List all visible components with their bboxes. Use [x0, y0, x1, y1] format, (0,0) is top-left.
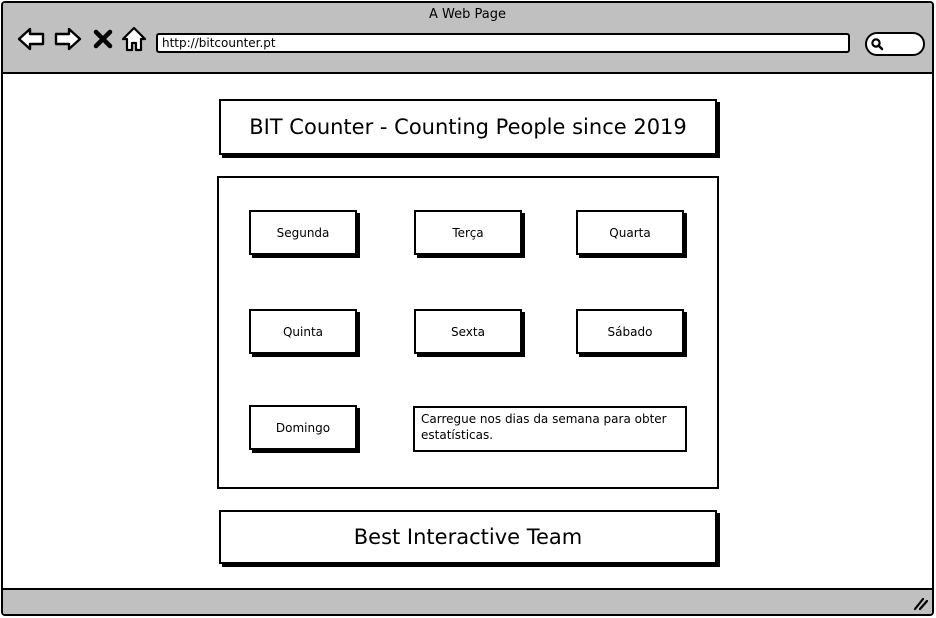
- back-arrow-icon[interactable]: [16, 24, 46, 54]
- instructions-text: Carregue nos dias da semana para obter e…: [413, 406, 687, 452]
- day-button-quinta[interactable]: Quinta: [249, 309, 357, 354]
- status-bar: [3, 588, 932, 614]
- day-button-sabado[interactable]: Sábado: [576, 309, 684, 354]
- close-icon[interactable]: [91, 24, 115, 54]
- browser-toolbar: A Web Page http://bitcounter.pt: [3, 3, 932, 74]
- resize-grip-icon[interactable]: [912, 595, 928, 611]
- day-button-terca[interactable]: Terça: [414, 210, 522, 255]
- search-input[interactable]: [865, 32, 925, 56]
- day-button-segunda[interactable]: Segunda: [249, 210, 357, 255]
- window-title: A Web Page: [429, 7, 506, 22]
- page-title: BIT Counter - Counting People since 2019: [219, 99, 717, 155]
- home-icon[interactable]: [119, 24, 149, 54]
- browser-window: A Web Page http://bitcounter.pt BIT Coun…: [1, 1, 934, 616]
- days-panel: Segunda Terça Quarta Quinta Sexta Sábado…: [217, 176, 719, 489]
- forward-arrow-icon[interactable]: [53, 24, 83, 54]
- day-button-quarta[interactable]: Quarta: [576, 210, 684, 255]
- search-icon: [871, 38, 884, 51]
- footer-banner: Best Interactive Team: [219, 510, 717, 564]
- day-button-domingo[interactable]: Domingo: [249, 405, 357, 450]
- day-button-sexta[interactable]: Sexta: [414, 309, 522, 354]
- address-bar[interactable]: http://bitcounter.pt: [156, 33, 850, 53]
